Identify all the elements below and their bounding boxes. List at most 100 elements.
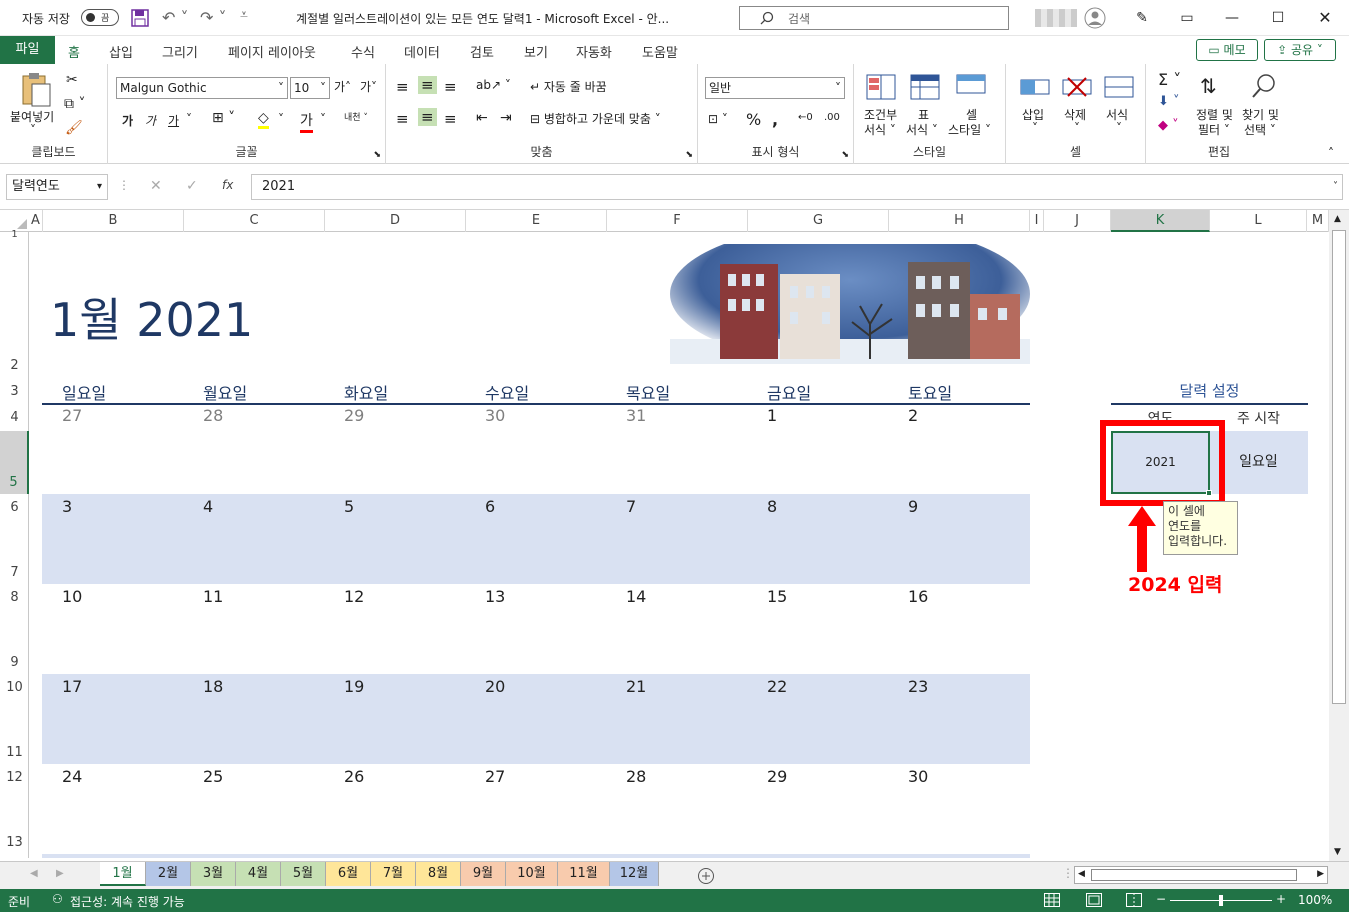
undo-icon[interactable]: ↶ ˅ xyxy=(162,8,189,27)
day-cell[interactable]: 13 xyxy=(485,587,505,606)
column-header-c[interactable]: C xyxy=(184,210,325,232)
day-cell[interactable]: 29 xyxy=(767,767,787,786)
select-all-icon[interactable] xyxy=(16,218,28,230)
fill-color-icon[interactable]: ◇ xyxy=(258,110,269,129)
day-cell[interactable]: 8 xyxy=(767,497,777,516)
row-header-9[interactable]: 9 xyxy=(0,655,29,670)
share-button[interactable]: ⇪ 공유 ˅ xyxy=(1264,39,1336,61)
decrease-indent-icon[interactable]: ⇤ xyxy=(476,110,488,126)
day-cell[interactable]: 14 xyxy=(626,587,646,606)
search-box[interactable]: 검색 xyxy=(739,6,1009,30)
scroll-right-icon[interactable]: ▶ xyxy=(1317,869,1324,879)
day-cell[interactable]: 24 xyxy=(62,767,82,786)
tab-draw[interactable]: 그리기 xyxy=(162,42,198,61)
number-dialog-launcher-icon[interactable]: ⬊ xyxy=(841,150,849,160)
font-name-select[interactable]: Malgun Gothic ˅ xyxy=(116,77,288,99)
name-box[interactable]: 달력연도 ▾ xyxy=(6,174,108,200)
column-header-j[interactable]: J xyxy=(1044,210,1111,232)
merge-center-button[interactable]: ⊟ 병합하고 가운데 맞춤 ˅ xyxy=(530,110,661,127)
sheet-tab[interactable]: 11월 xyxy=(558,862,610,886)
collapse-ribbon-icon[interactable]: ˄ xyxy=(1328,146,1334,160)
day-cell[interactable]: 9 xyxy=(908,497,918,516)
autosave-toggle[interactable]: 끔 xyxy=(81,9,119,26)
day-cell[interactable]: 5 xyxy=(344,497,354,516)
font-color-icon[interactable]: 가 xyxy=(300,110,313,133)
decrease-decimal-icon[interactable]: .00 xyxy=(824,112,840,123)
row-header-3[interactable]: 3 xyxy=(0,384,29,399)
font-size-select[interactable]: 10 ˅ xyxy=(290,77,330,99)
tab-automate[interactable]: 자동화 xyxy=(576,42,612,61)
comments-button[interactable]: ▭ 메모 xyxy=(1196,39,1258,61)
day-cell[interactable]: 1 xyxy=(767,406,777,425)
day-cell[interactable]: 11 xyxy=(203,587,223,606)
conditional-format-icon[interactable] xyxy=(866,74,896,100)
align-center-icon[interactable]: ≡ xyxy=(418,108,437,126)
day-cell[interactable]: 27 xyxy=(62,406,82,425)
increase-decimal-icon[interactable]: ←0 xyxy=(798,112,813,123)
row-header-12[interactable]: 12 xyxy=(0,770,29,785)
autosum-icon[interactable]: Σ ˅ xyxy=(1158,70,1181,89)
zoom-level[interactable]: 100% xyxy=(1298,893,1332,907)
tab-insert[interactable]: 삽입 xyxy=(109,42,133,61)
row-header-8[interactable]: 8 xyxy=(0,590,29,605)
sheet-tab[interactable]: 4월 xyxy=(236,862,281,886)
row-header-11[interactable]: 11 xyxy=(0,745,29,760)
day-cell[interactable]: 15 xyxy=(767,587,787,606)
insert-cells-icon[interactable] xyxy=(1020,74,1050,100)
day-cell[interactable]: 19 xyxy=(344,677,364,696)
day-cell[interactable]: 4 xyxy=(203,497,213,516)
row-header-4[interactable]: 4 xyxy=(0,410,29,425)
day-cell[interactable]: 12 xyxy=(344,587,364,606)
day-cell[interactable]: 7 xyxy=(626,497,636,516)
day-cell[interactable]: 28 xyxy=(203,406,223,425)
day-cell[interactable]: 2 xyxy=(908,406,918,425)
maximize-button[interactable]: ☐ xyxy=(1266,6,1290,30)
sheet-tab[interactable]: 6월 xyxy=(326,862,371,886)
ribbon-display-icon[interactable]: ▭ xyxy=(1175,6,1199,30)
accessibility-status[interactable]: 접근성: 계속 진행 가능 xyxy=(70,893,185,910)
zoom-in-icon[interactable]: + xyxy=(1276,892,1286,906)
column-header-d[interactable]: D xyxy=(325,210,466,232)
day-cell[interactable]: 27 xyxy=(485,767,505,786)
tab-formulas[interactable]: 수식 xyxy=(351,42,375,61)
fill-icon[interactable]: ⬇ ˅ xyxy=(1158,94,1180,109)
align-top-icon[interactable]: ≡ xyxy=(396,78,409,96)
day-cell[interactable]: 20 xyxy=(485,677,505,696)
column-header-h[interactable]: H xyxy=(889,210,1030,232)
day-cell[interactable]: 17 xyxy=(62,677,82,696)
tab-page-layout[interactable]: 페이지 레이아웃 xyxy=(228,42,316,61)
formula-input[interactable]: 2021 ˅ xyxy=(251,174,1343,200)
column-header-e[interactable]: E xyxy=(466,210,607,232)
scroll-up-icon[interactable]: ▲ xyxy=(1334,214,1341,224)
day-cell[interactable]: 6 xyxy=(485,497,495,516)
sheet-tab[interactable]: 3월 xyxy=(191,862,236,886)
day-cell[interactable]: 22 xyxy=(767,677,787,696)
align-right-icon[interactable]: ≡ xyxy=(444,110,457,128)
tab-view[interactable]: 보기 xyxy=(524,42,548,61)
phonetic-icon[interactable]: 내천 ˅ xyxy=(344,110,368,123)
bold-button[interactable]: 가 xyxy=(122,112,133,129)
day-cell[interactable]: 30 xyxy=(908,767,928,786)
day-cell[interactable]: 10 xyxy=(62,587,82,606)
border-icon[interactable]: ⊞ ˅ xyxy=(212,110,235,126)
underline-button[interactable]: 가 xyxy=(168,112,179,129)
close-button[interactable]: ✕ xyxy=(1313,6,1337,30)
column-header-m[interactable]: M xyxy=(1307,210,1329,232)
normal-view-icon[interactable] xyxy=(1044,893,1060,907)
sheet-tab[interactable]: 7월 xyxy=(371,862,416,886)
italic-button[interactable]: 가 xyxy=(145,112,156,129)
quick-access-customize-icon[interactable]: ⩡ xyxy=(240,7,248,23)
horizontal-scroll-thumb[interactable] xyxy=(1091,869,1297,881)
day-cell[interactable]: 18 xyxy=(203,677,223,696)
clear-icon[interactable]: ◆ ˅ xyxy=(1158,118,1179,133)
row-header-1[interactable]: 1 xyxy=(0,230,29,240)
paste-icon[interactable] xyxy=(20,72,52,108)
scroll-down-icon[interactable]: ▼ xyxy=(1334,847,1341,857)
day-cell[interactable]: 26 xyxy=(344,767,364,786)
column-header-g[interactable]: G xyxy=(748,210,889,232)
sheet-tab[interactable]: 12월 xyxy=(610,862,659,886)
increase-indent-icon[interactable]: ⇥ xyxy=(500,110,512,126)
font-dialog-launcher-icon[interactable]: ⬊ xyxy=(373,150,381,160)
column-header-i[interactable]: I xyxy=(1030,210,1044,232)
sheet-tab[interactable]: 1월 xyxy=(100,862,146,886)
